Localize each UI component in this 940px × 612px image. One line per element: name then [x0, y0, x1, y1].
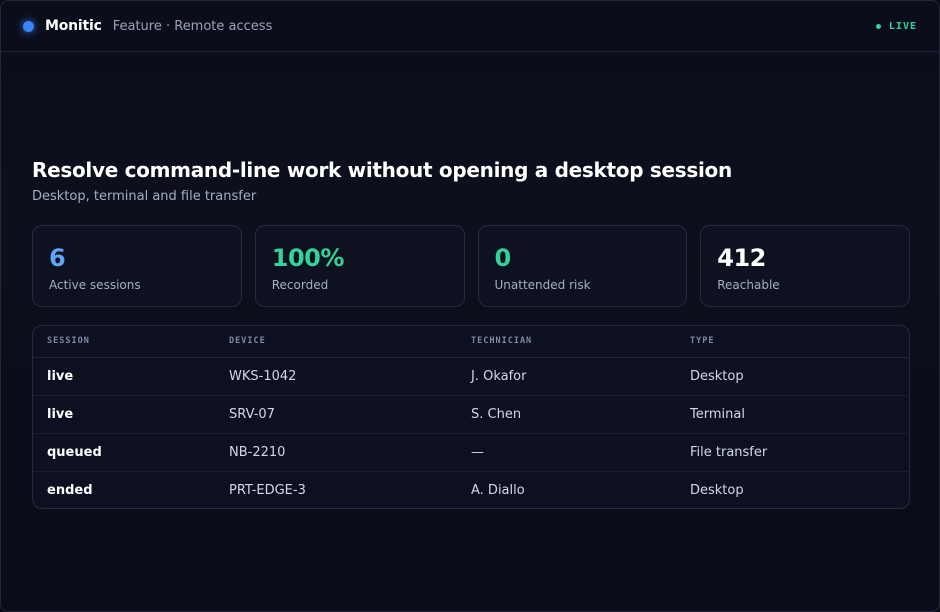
- stat-card-reachable: 412 Reachable: [700, 225, 910, 307]
- session-type: Desktop: [690, 482, 744, 498]
- technician-name: S. Chen: [457, 395, 676, 434]
- stat-label: Recorded: [271, 278, 329, 292]
- session-status: live: [33, 395, 215, 434]
- live-dot-icon: [875, 23, 881, 29]
- stat-value: 100%: [271, 244, 345, 272]
- session-type: Terminal: [676, 395, 909, 434]
- table-row[interactable]: ended PRT-EDGE-3 A. Diallo Desktop: [33, 471, 909, 508]
- stats-row: 6 Active sessions 100% Recorded 0 Unatte…: [32, 225, 910, 307]
- technician-name: A. Diallo: [471, 482, 525, 498]
- column-header-technician[interactable]: TECHNICIAN: [457, 326, 676, 358]
- device-name: NB-2210: [215, 433, 457, 472]
- session-type: Desktop: [676, 357, 909, 396]
- stat-value: 0: [494, 244, 512, 272]
- session-status: live: [33, 357, 215, 396]
- brand-name[interactable]: Monitic: [45, 18, 102, 34]
- stat-label: Unattended risk: [494, 278, 591, 292]
- session-type: File transfer: [676, 433, 909, 472]
- stat-value: 6: [49, 244, 66, 272]
- technician-name: J. Okafor: [457, 357, 676, 396]
- stat-card-recorded: 100% Recorded: [254, 225, 465, 307]
- table-row[interactable]: live SRV-07 S. Chen Terminal: [33, 395, 909, 434]
- page-title: Resolve command-line work without openin…: [32, 158, 732, 182]
- device-name: SRV-07: [215, 395, 457, 434]
- table-row[interactable]: live WKS-1042 J. Okafor Desktop: [33, 357, 909, 396]
- stat-card-active-sessions: 6 Active sessions: [32, 225, 242, 307]
- table-row[interactable]: queued NB-2210 — File transfer: [33, 433, 909, 472]
- column-header-type[interactable]: TYPE: [676, 326, 909, 358]
- sessions-table: SESSION DEVICE TECHNICIAN TYPE live WKS-…: [32, 325, 910, 509]
- session-status: ended: [47, 482, 93, 498]
- stat-label: Reachable: [717, 278, 780, 292]
- stat-label: Active sessions: [49, 278, 141, 292]
- table-header-row: SESSION DEVICE TECHNICIAN TYPE: [33, 326, 909, 358]
- page-subtitle: Desktop, terminal and file transfer: [32, 189, 257, 204]
- top-bar: Monitic Feature · Remote access LIVE: [1, 1, 939, 52]
- column-header-device[interactable]: DEVICE: [215, 326, 457, 358]
- stat-value: 412: [717, 244, 766, 272]
- live-status-badge: LIVE: [875, 20, 917, 32]
- session-status: queued: [33, 433, 215, 472]
- brand-logo-icon: [23, 20, 34, 32]
- device-name: WKS-1042: [215, 357, 457, 396]
- column-header-session[interactable]: SESSION: [33, 326, 215, 358]
- technician-name: —: [457, 433, 676, 472]
- breadcrumb: Feature · Remote access: [112, 18, 273, 34]
- stat-card-unattended-risk: 0 Unattended risk: [477, 225, 688, 307]
- app-window: Monitic Feature · Remote access LIVE Res…: [0, 0, 940, 612]
- device-name: PRT-EDGE-3: [229, 482, 306, 498]
- live-status-label: LIVE: [888, 20, 917, 32]
